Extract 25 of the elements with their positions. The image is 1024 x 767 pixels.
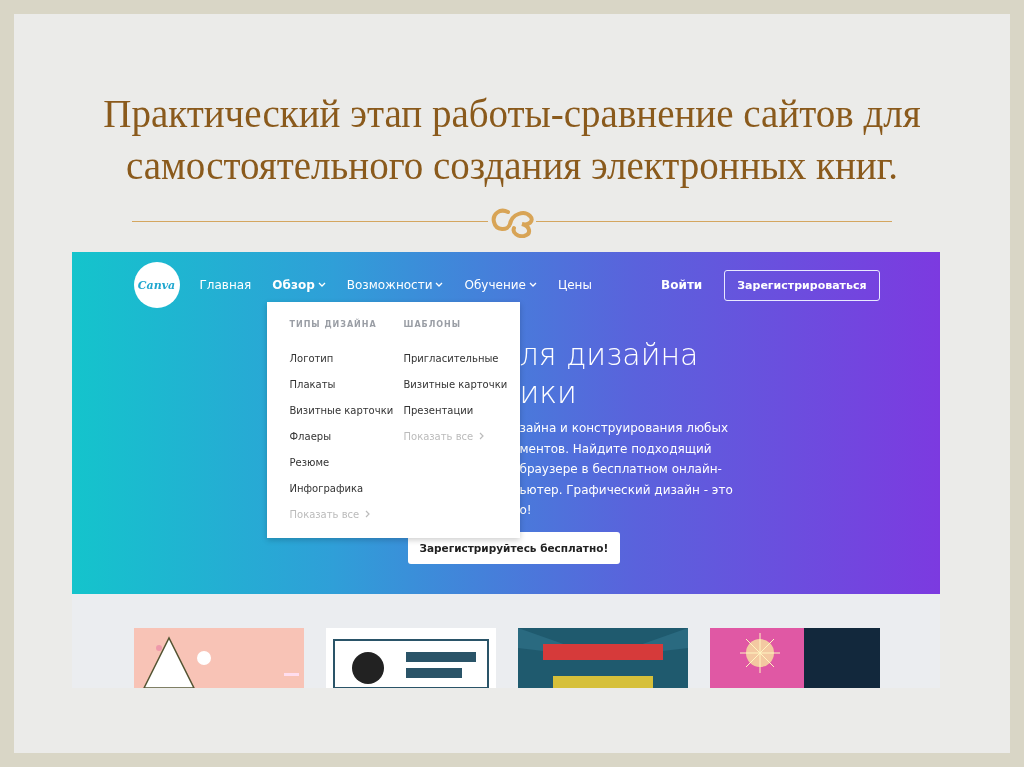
chevron-right-icon	[365, 510, 371, 518]
menu-item[interactable]: Визитные карточки	[289, 398, 404, 424]
menu-item[interactable]: Резюме	[289, 450, 404, 476]
menu-item[interactable]: Логотип	[289, 346, 404, 372]
nav-link[interactable]: Обучение	[464, 278, 537, 292]
hero-heading: ля дизайна	[519, 336, 700, 374]
menu-item[interactable]: Визитные карточки	[403, 372, 518, 398]
nav-link[interactable]: Цены	[557, 278, 592, 292]
signup-button[interactable]: Зарегистрироваться	[724, 269, 880, 301]
chevron-down-icon	[435, 282, 444, 288]
chevron-right-icon	[479, 432, 485, 440]
chevron-down-icon	[317, 282, 326, 288]
menu-item[interactable]: Плакаты	[289, 372, 404, 398]
menu-item[interactable]: Презентации	[403, 398, 518, 424]
chevron-down-icon	[528, 282, 537, 288]
menu-heading: ТИПЫ ДИЗАЙНА	[289, 320, 378, 331]
hero-heading: ики	[519, 374, 578, 412]
cta-button[interactable]: Зарегистрируйтесь бесплатно!	[407, 532, 621, 564]
hero-text: зайна и конструирования любых ментов. Найдите подходящий браузере в бесплатном онлайн- ьютер. Графический дизайн - это о!	[519, 420, 734, 519]
menu-item[interactable]: Флаеры	[289, 424, 404, 450]
slide-title: Практический этап работы-сравнение сайтов для самостоятельного создания электронных книг.	[103, 91, 921, 190]
menu-item[interactable]: Инфографика	[289, 476, 404, 502]
menu-heading: ШАБЛОНЫ	[403, 320, 463, 331]
menu-item[interactable]: Пригласительные	[403, 346, 518, 372]
login-link[interactable]: Войти	[661, 278, 703, 292]
